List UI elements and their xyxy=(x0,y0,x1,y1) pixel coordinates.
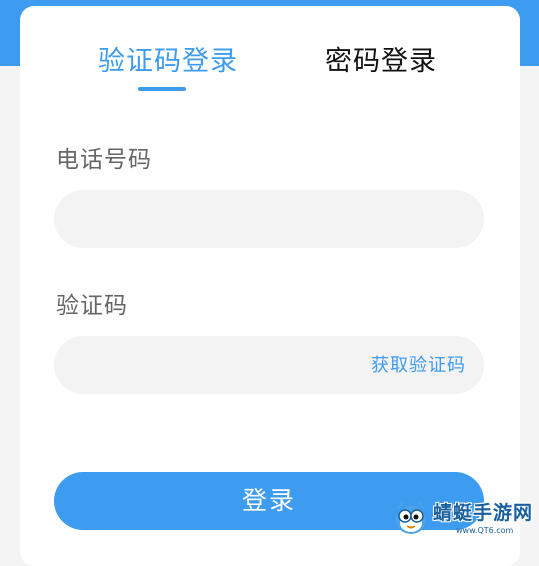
dragonfly-mascot-icon xyxy=(396,502,426,534)
watermark-site-name: 蜻蜓手游网 xyxy=(433,502,534,524)
get-code-button[interactable]: 获取验证码 xyxy=(371,354,466,378)
watermark-site-url: www.QT6.com xyxy=(456,526,514,535)
login-card: 验证码登录 密码登录 电话号码 验证码 获取验证码 登录 xyxy=(20,6,520,566)
active-tab-indicator xyxy=(138,87,186,91)
tab-password-login[interactable]: 密码登录 xyxy=(325,42,437,82)
code-label: 验证码 xyxy=(56,293,128,319)
phone-label: 电话号码 xyxy=(56,147,152,173)
site-watermark: 蜻蜓手游网 www.QT6.com xyxy=(388,497,539,541)
phone-input[interactable] xyxy=(54,190,484,248)
tab-sms-login[interactable]: 验证码登录 xyxy=(98,42,238,82)
